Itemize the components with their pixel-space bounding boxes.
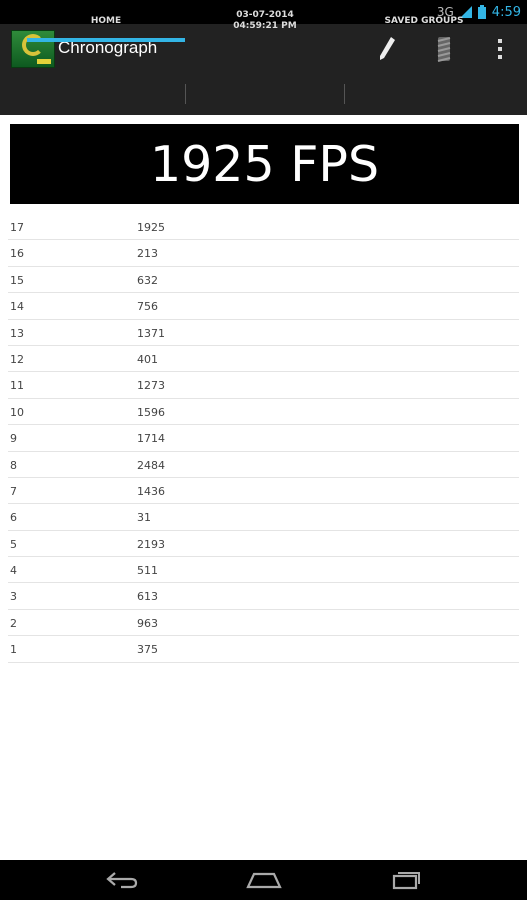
- shot-number: 3: [10, 590, 17, 604]
- shot-velocity: 963: [137, 616, 158, 630]
- shot-number: 14: [10, 300, 24, 314]
- tab-divider: [185, 84, 186, 104]
- tab-session-time: 04:59:21 PM: [233, 21, 297, 31]
- home-icon: [246, 872, 282, 889]
- shot-number: 11: [10, 379, 24, 393]
- shot-row[interactable]: 14 756: [8, 293, 519, 320]
- shot-number: 7: [10, 484, 17, 498]
- recent-apps-icon: [392, 872, 420, 890]
- shot-velocity: 756: [137, 300, 158, 314]
- tab-selected-indicator: [27, 38, 185, 42]
- shot-velocity: 1925: [137, 221, 165, 234]
- shot-number: 17: [10, 221, 24, 234]
- shot-row[interactable]: 3 613: [8, 583, 519, 610]
- shot-number: 10: [10, 405, 24, 419]
- shot-row[interactable]: 7 1436: [8, 478, 519, 505]
- shot-velocity: 375: [137, 643, 158, 657]
- shot-velocity: 401: [137, 352, 158, 366]
- shot-velocity: 2193: [137, 537, 165, 551]
- shot-row[interactable]: 12 401: [8, 346, 519, 373]
- velocity-banner: 1925 FPS: [10, 124, 519, 204]
- shot-velocity: 213: [137, 247, 158, 261]
- shot-velocity: 1436: [137, 484, 165, 498]
- shot-number: 16: [10, 247, 24, 261]
- shot-velocity: 1714: [137, 432, 165, 446]
- shot-velocity: 31: [137, 511, 151, 525]
- shot-velocity: 2484: [137, 458, 165, 472]
- shot-number: 12: [10, 352, 24, 366]
- tab-saved-groups[interactable]: SAVED GROUPS: [345, 0, 503, 42]
- back-button[interactable]: [98, 864, 146, 896]
- shot-list: 17 1925 16 213 15 632 14 756 13 1371 12 401 11 1273 10…: [8, 214, 519, 663]
- shot-row[interactable]: 9 1714: [8, 425, 519, 452]
- shot-row[interactable]: 4 511: [8, 557, 519, 584]
- shot-velocity: 613: [137, 590, 158, 604]
- shot-velocity: 1273: [137, 379, 165, 393]
- shot-velocity: 1596: [137, 405, 165, 419]
- shot-row[interactable]: 16 213: [8, 240, 519, 267]
- tab-bar: [0, 73, 527, 115]
- shot-number: 6: [10, 511, 17, 525]
- home-button[interactable]: [240, 864, 288, 896]
- tab-session-date: 03-07-2014: [236, 10, 294, 20]
- shot-row[interactable]: 13 1371: [8, 320, 519, 346]
- shot-row[interactable]: 6 31: [8, 504, 519, 531]
- shot-row[interactable]: 1 375: [8, 636, 519, 663]
- shot-number: 15: [10, 273, 24, 287]
- tab-current-session[interactable]: 03-07-2014 04:59:21 PM: [186, 0, 344, 42]
- recent-apps-button[interactable]: [382, 864, 430, 896]
- shot-number: 13: [10, 326, 24, 340]
- tab-home[interactable]: HOME: [27, 0, 185, 42]
- shot-row[interactable]: 2 963: [8, 610, 519, 637]
- shot-row[interactable]: 15 632: [8, 267, 519, 294]
- shot-row[interactable]: 10 1596: [8, 399, 519, 426]
- navigation-bar: [0, 860, 527, 900]
- shot-number: 1: [10, 643, 17, 657]
- shot-velocity: 511: [137, 564, 158, 578]
- shot-number: 4: [10, 564, 17, 578]
- shot-velocity: 632: [137, 273, 158, 287]
- shot-number: 8: [10, 458, 17, 472]
- shot-row[interactable]: 11 1273: [8, 372, 519, 399]
- shot-row[interactable]: 17 1925: [8, 214, 519, 241]
- shot-number: 5: [10, 537, 17, 551]
- tab-saved-groups-label: SAVED GROUPS: [384, 15, 464, 26]
- shot-row[interactable]: 5 2193: [8, 531, 519, 558]
- shot-number: 9: [10, 432, 17, 446]
- shot-velocity: 1371: [137, 326, 165, 340]
- back-icon: [106, 872, 138, 889]
- shot-number: 2: [10, 616, 17, 630]
- tab-home-label: HOME: [90, 15, 122, 26]
- tab-divider: [344, 84, 345, 104]
- shot-row[interactable]: 8 2484: [8, 452, 519, 478]
